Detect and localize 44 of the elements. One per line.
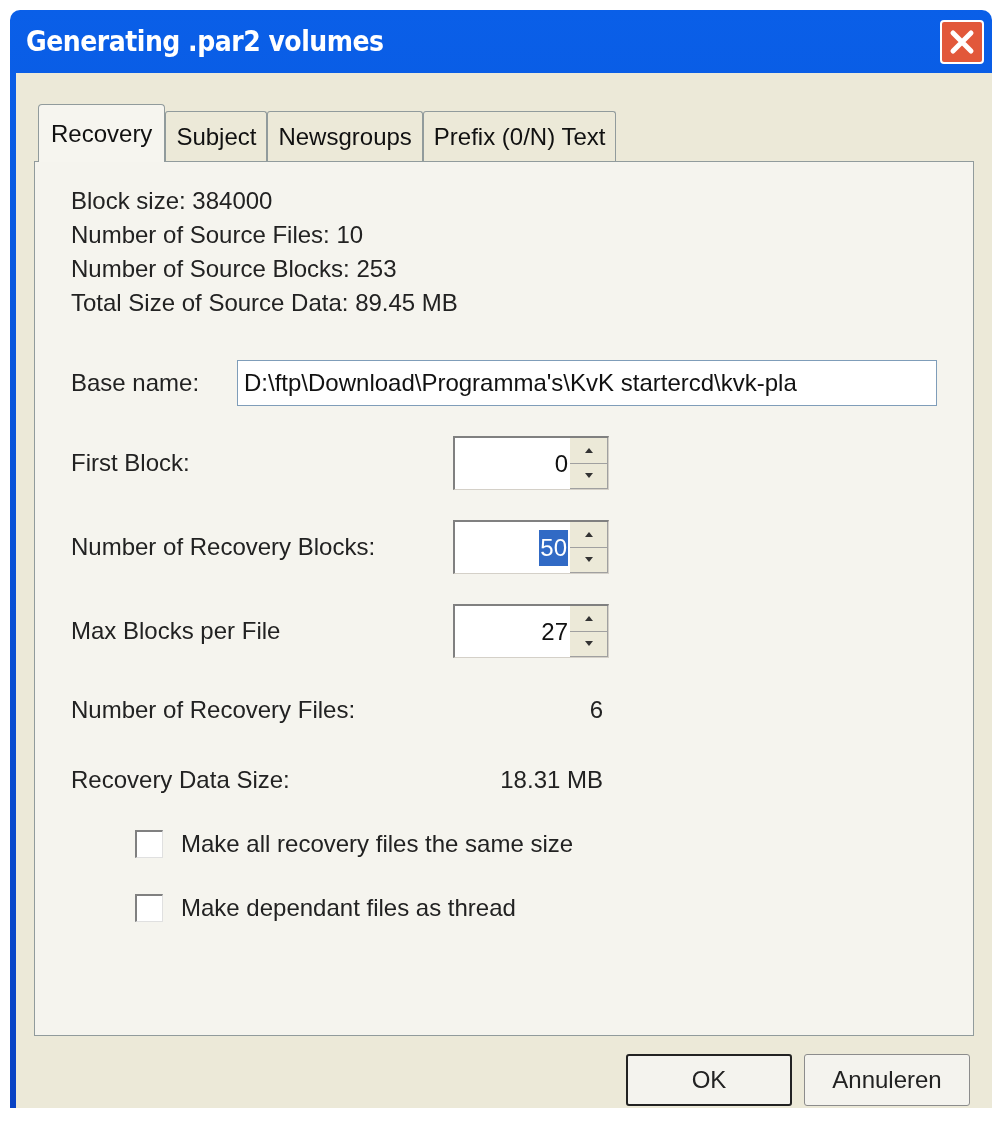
result-value: 18.31 MB — [499, 765, 604, 795]
dialog-button[interactable]: OK — [626, 1054, 792, 1106]
spinner-field[interactable]: 27 — [453, 604, 609, 658]
tab[interactable]: Newsgroups — [267, 111, 423, 161]
checkbox-label: Make all recovery files the same size — [181, 829, 574, 859]
result-label: Number of Recovery Files: — [71, 695, 357, 725]
spin-down-button[interactable] — [570, 547, 608, 573]
spin-up-button[interactable] — [570, 606, 608, 632]
info-text: Number of Source Blocks: 253 — [71, 254, 398, 284]
checkbox[interactable] — [135, 830, 163, 858]
result-value: 6 — [588, 695, 604, 725]
window-title: Generating .par2 volumes — [26, 23, 384, 60]
dialog-button[interactable]: Annuleren — [804, 1054, 970, 1106]
down-arrow-icon — [584, 557, 593, 563]
tab[interactable]: Prefix (0/N) Text — [422, 111, 617, 161]
tab[interactable]: Subject — [165, 111, 268, 161]
tab[interactable]: Recovery — [38, 104, 166, 162]
result-label: Recovery Data Size: — [71, 765, 291, 795]
spinner-value: 27 — [541, 616, 568, 647]
spin-down-button[interactable] — [570, 631, 608, 657]
up-arrow-icon — [584, 447, 593, 453]
field-label: Number of Recovery Blocks: — [71, 532, 377, 562]
down-arrow-icon — [584, 641, 593, 647]
checkbox[interactable] — [135, 894, 163, 922]
info-text: Total Size of Source Data: 89.45 MB — [71, 288, 459, 318]
up-arrow-icon — [584, 615, 593, 621]
close-button[interactable] — [940, 19, 984, 64]
spinner-field[interactable]: 50 — [453, 520, 609, 574]
field-label: Base name: — [71, 368, 201, 398]
info-text: Block size: 384000 — [71, 186, 274, 216]
spinner-value: 0 — [554, 448, 568, 479]
spinner-field[interactable]: 0 — [453, 436, 609, 490]
up-arrow-icon — [584, 531, 593, 537]
spinner-value: 50 — [539, 529, 568, 566]
checkbox-label: Make dependant files as thread — [181, 893, 516, 923]
info-text: Number of Source Files: 10 — [71, 220, 365, 250]
spin-down-button[interactable] — [570, 463, 608, 489]
down-arrow-icon — [584, 473, 593, 479]
close-icon — [948, 27, 976, 56]
base-name-field[interactable]: D:\ftp\Download\Programma's\KvK startercd\kvk-pla — [237, 360, 937, 406]
spin-up-button[interactable] — [570, 438, 608, 464]
field-label: Max Blocks per File — [71, 616, 282, 646]
field-label: First Block: — [71, 448, 191, 478]
spin-up-button[interactable] — [570, 522, 608, 548]
